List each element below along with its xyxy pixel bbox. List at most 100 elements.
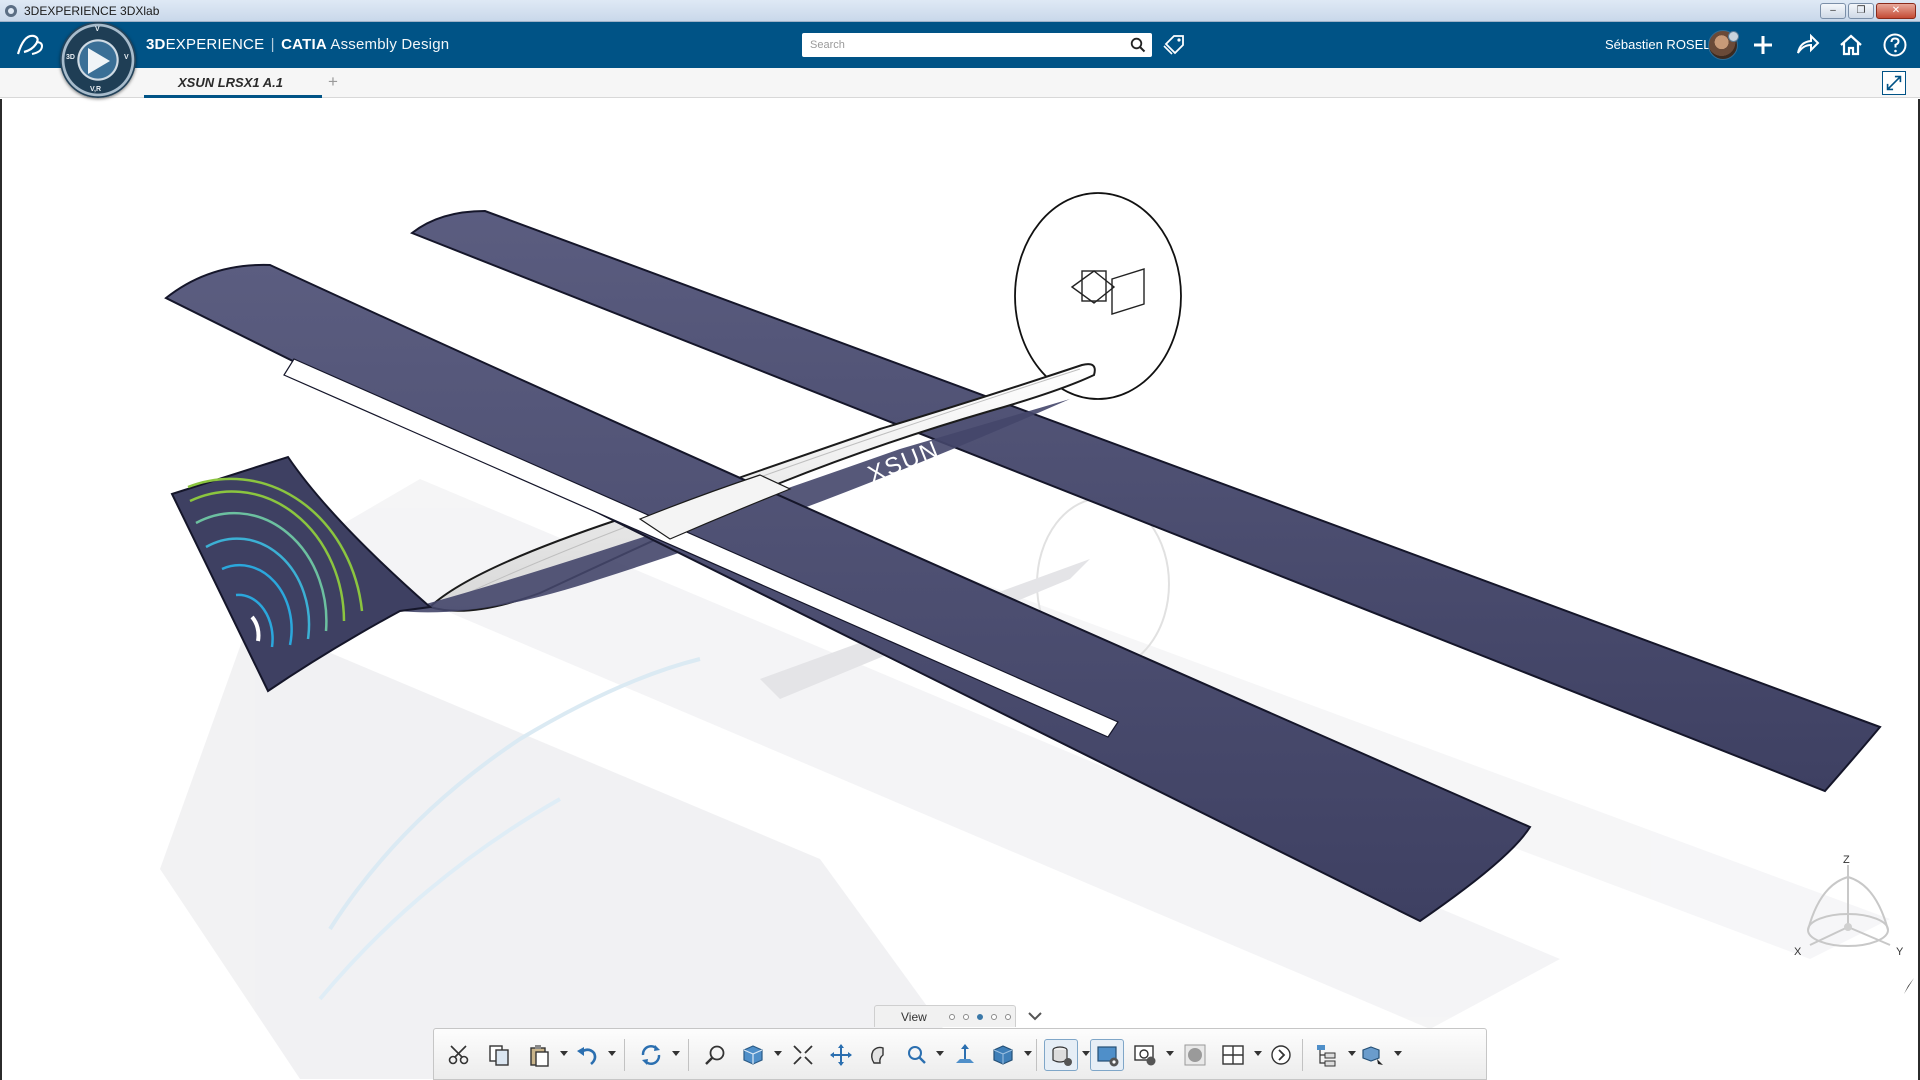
- vertical-tail[interactable]: [170, 455, 433, 693]
- tag-icon[interactable]: [1162, 32, 1188, 58]
- cut-icon: [448, 1045, 469, 1065]
- tree-dropdown[interactable]: [1348, 1051, 1356, 1056]
- layout-dropdown[interactable]: [1254, 1051, 1262, 1056]
- ambiance-button[interactable]: [1178, 1039, 1212, 1071]
- render-style-dropdown[interactable]: [1082, 1051, 1090, 1056]
- explode-dropdown[interactable]: [1394, 1051, 1402, 1056]
- zoom-area-button[interactable]: [786, 1039, 820, 1071]
- view-section-tab[interactable]: View: [874, 1005, 1016, 1027]
- restore-button[interactable]: ❐: [1848, 3, 1874, 19]
- undo-icon: [577, 1047, 597, 1065]
- tree-button[interactable]: [1310, 1039, 1344, 1071]
- zoom-area-icon: [793, 1045, 813, 1065]
- compass-south[interactable]: V,R: [90, 86, 101, 93]
- display-settings-button[interactable]: [1090, 1039, 1124, 1071]
- view-dropdown[interactable]: [774, 1051, 782, 1056]
- tab-strip: XSUN LRSX1 A.1 +: [0, 68, 1920, 98]
- triad-z-label: Z: [1843, 855, 1850, 866]
- aircraft-model[interactable]: XSUN: [0, 99, 1920, 1080]
- ambiance-icon: [1184, 1044, 1206, 1066]
- maximize-viewer-icon[interactable]: [1882, 71, 1906, 95]
- zoom-icon: [908, 1046, 926, 1064]
- page-dot-5[interactable]: [1005, 1014, 1011, 1020]
- page-dot-3[interactable]: [977, 1014, 983, 1020]
- triad-pointer-icon: [1904, 978, 1914, 994]
- axis-triad[interactable]: Z X Y: [1790, 855, 1910, 965]
- search-input[interactable]: [802, 33, 1120, 57]
- paste-icon: [530, 1045, 549, 1067]
- app-brand: 3DEXPERIENCE | CATIA Assembly Design: [146, 36, 449, 53]
- undo-dropdown[interactable]: [608, 1051, 616, 1056]
- explode-icon: [1362, 1046, 1383, 1065]
- render-style-button[interactable]: [1044, 1039, 1078, 1071]
- zoom-dropdown[interactable]: [936, 1051, 944, 1056]
- notification-badge: [1728, 31, 1739, 42]
- separator: [688, 1039, 689, 1071]
- page-dot-2[interactable]: [963, 1014, 969, 1020]
- separator: [1036, 1039, 1037, 1071]
- add-tab-button[interactable]: +: [328, 72, 338, 92]
- next-button[interactable]: [1264, 1039, 1298, 1071]
- copy-icon: [489, 1045, 509, 1066]
- app-icon: [5, 5, 17, 17]
- compass-west[interactable]: 3D: [66, 54, 75, 61]
- capture-button[interactable]: [1128, 1039, 1162, 1071]
- page-dot-1[interactable]: [949, 1014, 955, 1020]
- search-box: [802, 33, 1152, 57]
- 3d-viewport[interactable]: XSUN: [0, 99, 1920, 1080]
- compass-north[interactable]: V: [95, 26, 100, 33]
- pan-icon: [830, 1044, 852, 1066]
- view-section-label: View: [901, 1010, 927, 1024]
- chevron-down-icon[interactable]: [1026, 1007, 1044, 1025]
- search-icon[interactable]: [1130, 37, 1146, 53]
- layout-button[interactable]: [1216, 1039, 1250, 1071]
- paste-button[interactable]: [522, 1039, 556, 1071]
- compass-widget[interactable]: V 3D V V,R: [60, 22, 136, 98]
- brand-experience: EXPERIENCE: [165, 36, 265, 53]
- cut-button[interactable]: [442, 1039, 476, 1071]
- propeller-disc[interactable]: [1014, 192, 1182, 400]
- normal-view-button[interactable]: [948, 1039, 982, 1071]
- shading-button[interactable]: [986, 1039, 1020, 1071]
- undo-button[interactable]: [570, 1039, 604, 1071]
- zoom-button[interactable]: [900, 1039, 934, 1071]
- share-icon[interactable]: [1792, 30, 1822, 60]
- capture-icon: [1134, 1045, 1156, 1066]
- minimize-button[interactable]: –: [1820, 3, 1846, 19]
- user-name[interactable]: Sébastien ROSEL: [1605, 37, 1711, 52]
- tab-xsun-lrsx1[interactable]: XSUN LRSX1 A.1: [144, 68, 322, 98]
- display-settings-icon: [1097, 1046, 1119, 1067]
- compass-east[interactable]: V: [124, 54, 129, 61]
- floor-reflection: [160, 479, 1890, 1079]
- copy-button[interactable]: [482, 1039, 516, 1071]
- view-cube-button[interactable]: [736, 1039, 770, 1071]
- tree-icon: [1317, 1045, 1336, 1067]
- update-icon: [641, 1045, 661, 1065]
- close-button[interactable]: ✕: [1876, 3, 1916, 19]
- window-title: 3DEXPERIENCE 3DXlab: [24, 4, 160, 18]
- rotate-button[interactable]: [862, 1039, 896, 1071]
- window-title-bar: 3DEXPERIENCE 3DXlab – ❐ ✕: [0, 0, 1920, 22]
- normal-view-icon: [956, 1044, 974, 1063]
- triad-y-label: Y: [1896, 946, 1904, 958]
- help-icon[interactable]: [1880, 30, 1910, 60]
- play-icon[interactable]: [88, 48, 110, 74]
- update-dropdown[interactable]: [672, 1051, 680, 1056]
- next-icon: [1271, 1045, 1291, 1065]
- home-icon[interactable]: [1836, 30, 1866, 60]
- rotate-icon: [871, 1046, 884, 1064]
- page-dot-4[interactable]: [991, 1014, 997, 1020]
- pan-button[interactable]: [824, 1039, 858, 1071]
- layout-icon: [1222, 1045, 1244, 1065]
- update-button[interactable]: [634, 1039, 668, 1071]
- top-bar: 3DEXPERIENCE | CATIA Assembly Design Séb…: [0, 22, 1920, 68]
- view-cube-icon: [743, 1045, 763, 1065]
- brand-role: Assembly Design: [330, 36, 450, 53]
- explode-button[interactable]: [1356, 1039, 1390, 1071]
- fit-all-button[interactable]: [698, 1039, 732, 1071]
- paste-dropdown[interactable]: [560, 1051, 568, 1056]
- plus-icon[interactable]: [1748, 30, 1778, 60]
- ds-logo-icon[interactable]: [14, 30, 48, 60]
- shading-dropdown[interactable]: [1024, 1051, 1032, 1056]
- capture-dropdown[interactable]: [1166, 1051, 1174, 1056]
